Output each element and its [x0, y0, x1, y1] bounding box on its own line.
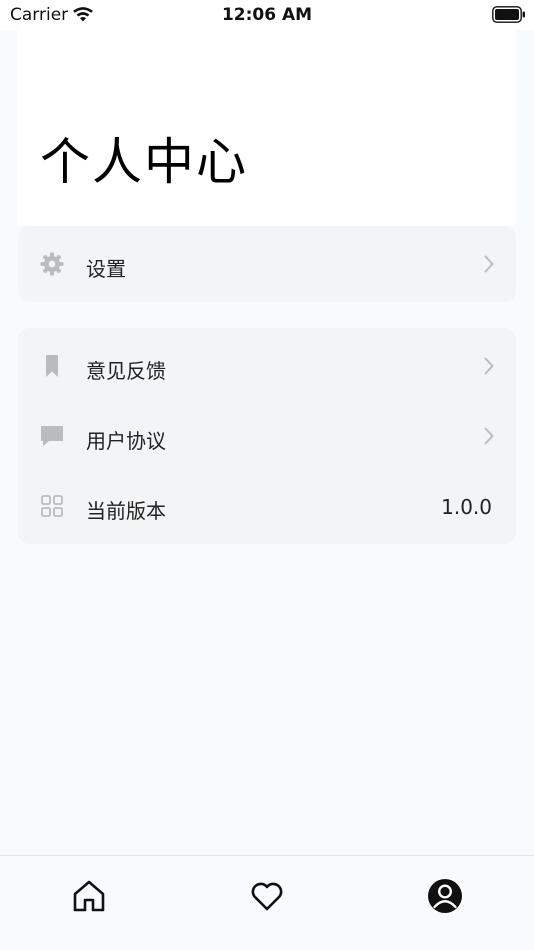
header-card: 个人中心	[18, 30, 516, 226]
version-label: 当前版本	[86, 499, 166, 523]
settings-group: 设置	[18, 226, 516, 302]
gear-icon	[40, 252, 64, 276]
agreement-label: 用户协议	[86, 429, 166, 453]
chevron-right-icon	[484, 357, 494, 375]
status-bar: Carrier 12:06 AM	[0, 0, 534, 30]
chevron-right-icon	[484, 427, 494, 445]
settings-row[interactable]: 设置	[18, 229, 516, 299]
agreement-row[interactable]: 用户协议	[18, 401, 516, 471]
status-time: 12:06 AM	[221, 5, 313, 25]
chevron-right-icon	[484, 255, 494, 273]
page-title: 个人中心	[40, 133, 248, 191]
tab-home[interactable]	[69, 876, 109, 916]
tab-bar	[0, 855, 534, 950]
bookmark-icon	[46, 355, 58, 377]
chat-bubble-icon	[41, 426, 63, 446]
settings-label: 设置	[86, 257, 126, 281]
grid-icon	[41, 495, 63, 517]
version-row: 当前版本 1.0.0	[18, 471, 516, 541]
info-group: 意见反馈 用户协议 当前版本 1.0.0	[18, 328, 516, 544]
tab-profile[interactable]	[425, 876, 465, 916]
battery-icon	[492, 6, 525, 23]
heart-icon	[251, 882, 283, 911]
feedback-row[interactable]: 意见反馈	[18, 331, 516, 401]
version-value: 1.0.0	[441, 495, 492, 519]
tab-favorites[interactable]	[247, 876, 287, 916]
feedback-label: 意见反馈	[86, 359, 166, 383]
home-icon	[73, 880, 105, 912]
user-icon	[428, 879, 462, 913]
